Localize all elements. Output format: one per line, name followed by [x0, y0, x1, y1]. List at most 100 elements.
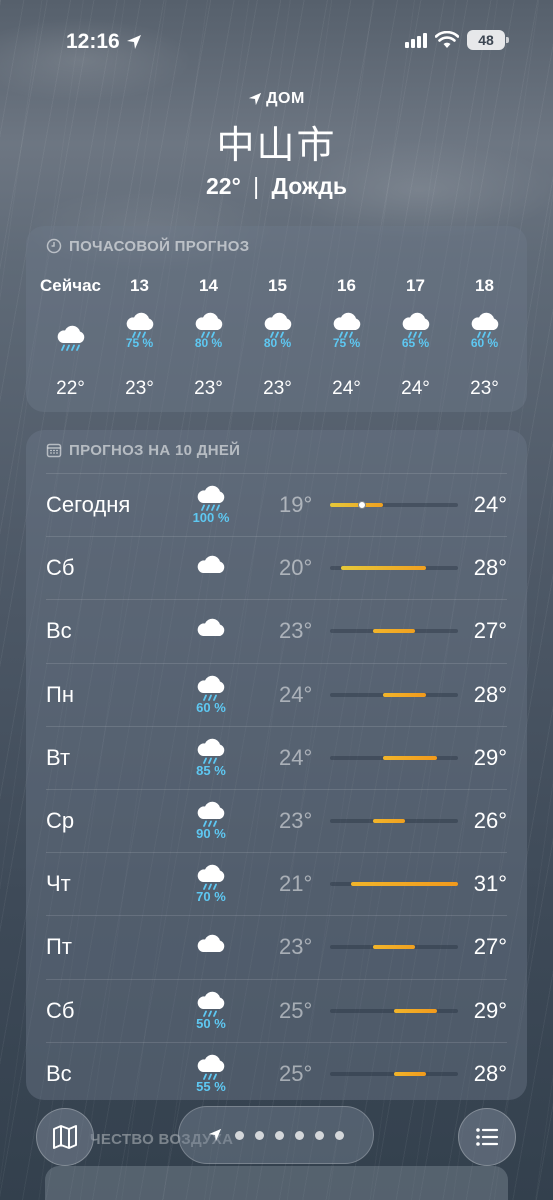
rain-cloud-icon: 60 %	[186, 675, 236, 715]
low-temp: 24°	[279, 744, 313, 770]
daily-forecast-row[interactable]: Чт 70 % 21° 31°	[46, 852, 507, 915]
hourly-time: 17	[406, 276, 425, 295]
rain-cloud-icon: 80 %	[192, 312, 226, 364]
low-temp: 23°	[279, 618, 313, 644]
daily-precip-chance: 55 %	[196, 1078, 226, 1094]
current-condition: Дождь	[271, 173, 347, 199]
page-dot	[335, 1130, 344, 1140]
high-temp: 27°	[473, 618, 507, 644]
hourly-temp: 23°	[194, 378, 223, 399]
locations-list-button[interactable]	[458, 1108, 516, 1166]
clock-icon	[46, 238, 62, 254]
temp-range-bar	[372, 945, 416, 950]
low-temp: 24°	[279, 681, 313, 707]
temp-range-bar	[394, 1071, 426, 1076]
daily-forecast-header: ПРОГНОЗ НА 10 ДНЕЙ	[26, 430, 527, 470]
high-temp: 31°	[473, 871, 507, 897]
temp-range-bar	[383, 755, 437, 760]
low-temp: 23°	[279, 934, 313, 960]
page-dot	[255, 1130, 264, 1140]
hourly-temp: 24°	[401, 378, 430, 399]
rain-cloud-icon: 50 %	[186, 991, 236, 1031]
daily-forecast-row[interactable]: Вт 85 % 24° 29°	[46, 725, 507, 789]
hourly-time: 18	[475, 276, 494, 295]
heavy-rain-cloud-icon: 100 %	[186, 485, 236, 525]
day-name: Вс	[46, 1060, 72, 1086]
daily-forecast-row[interactable]: Вс 23° 27°	[46, 599, 507, 662]
location-label-row: ДОМ	[0, 90, 553, 108]
hourly-forecast-title: ПОЧАСОВОЙ ПРОГНОЗ	[69, 237, 250, 255]
calendar-icon	[46, 443, 62, 458]
cloud-icon	[186, 618, 236, 644]
temp-range-bar	[372, 629, 416, 634]
daily-forecast-row[interactable]: Вс 55 % 25° 28°	[46, 1041, 507, 1100]
current-temp: 22°	[205, 173, 241, 199]
hourly-temp: 22°	[56, 378, 85, 399]
hourly-time: Сейчас	[40, 276, 101, 295]
temp-range-track	[330, 1008, 458, 1013]
hourly-forecast-header: ПОЧАСОВОЙ ПРОГНОЗ	[26, 226, 527, 266]
daily-forecast-card[interactable]: ПРОГНОЗ НА 10 ДНЕЙ Сегодня 100 % 19° 24° Сб 2…	[26, 430, 527, 1100]
high-temp: 28°	[473, 681, 507, 707]
wifi-icon	[435, 31, 459, 48]
cloud-icon	[186, 555, 236, 581]
hourly-forecast-list[interactable]: Сейчас 22° 13 75 % 23° 14 80 % 23° 15 80 % 23° 16 75…	[36, 276, 527, 400]
hourly-precip-chance: 60 %	[470, 336, 499, 350]
low-temp: 19°	[279, 492, 313, 517]
daily-precip-chance: 100 %	[192, 510, 230, 525]
hourly-item: 18 60 % 23°	[450, 276, 519, 400]
hourly-time: 13	[130, 276, 149, 295]
status-right: 48	[405, 30, 509, 50]
page-dot	[295, 1130, 304, 1140]
page-indicator[interactable]	[178, 1106, 374, 1164]
temp-range-bar	[330, 503, 384, 507]
high-temp: 29°	[473, 997, 507, 1023]
rain-cloud-icon: 60 %	[468, 312, 502, 364]
daily-precip-chance: 90 %	[196, 826, 226, 841]
daily-forecast-row[interactable]: Ср 90 % 23° 26°	[46, 789, 507, 852]
location-header: ДОМ 中山市 22° | Дождь	[0, 90, 553, 200]
day-name: Пт	[46, 934, 72, 960]
cellular-signal-icon	[405, 32, 427, 48]
list-icon	[476, 1128, 499, 1146]
day-name: Сегодня	[46, 492, 131, 517]
temp-range-track	[330, 501, 458, 509]
daily-forecast-row[interactable]: Сб 50 % 25° 29°	[46, 978, 507, 1042]
hourly-item: 15 80 % 23°	[243, 276, 312, 400]
hourly-precip-chance: 75 %	[125, 336, 154, 350]
status-time-group: 12:16	[66, 30, 142, 54]
temp-range-track	[330, 819, 458, 823]
temp-range-track	[330, 692, 458, 697]
high-temp: 27°	[473, 934, 507, 960]
temp-range-track	[330, 566, 458, 571]
high-temp: 28°	[473, 1060, 507, 1086]
day-name: Сб	[46, 555, 75, 581]
temp-range-bar	[394, 1008, 437, 1013]
current-temp-marker	[358, 501, 366, 509]
day-name: Вс	[46, 618, 72, 644]
rain-cloud-icon: 90 %	[186, 801, 236, 841]
rain-cloud-icon: 65 %	[399, 312, 433, 364]
hourly-forecast-card[interactable]: ПОЧАСОВОЙ ПРОГНОЗ Сейчас 22° 13 75 % 23° 14 80…	[26, 226, 527, 412]
rain-cloud-icon	[54, 312, 88, 364]
page-dot	[275, 1130, 284, 1140]
hourly-temp: 23°	[470, 378, 499, 399]
daily-forecast-row[interactable]: Сегодня 100 % 19° 24°	[46, 473, 507, 536]
temp-range-bar	[383, 692, 426, 697]
daily-precip-chance: 50 %	[196, 1015, 226, 1031]
temp-range-bar	[340, 566, 426, 571]
daily-forecast-row[interactable]: Пт 23° 27°	[46, 915, 507, 978]
map-button[interactable]	[36, 1108, 94, 1166]
rain-cloud-icon: 75 %	[330, 312, 364, 364]
location-arrow-icon	[208, 1128, 222, 1142]
hourly-temp: 23°	[263, 378, 292, 399]
high-temp: 28°	[473, 555, 507, 581]
daily-forecast-row[interactable]: Пн 60 % 24° 28°	[46, 662, 507, 726]
low-temp: 21°	[279, 871, 313, 897]
current-conditions: 22° | Дождь	[0, 173, 553, 200]
status-time: 12:16	[66, 30, 120, 53]
hourly-item: 16 75 % 24°	[312, 276, 381, 400]
air-quality-card[interactable]	[45, 1166, 508, 1200]
page-dot	[315, 1130, 324, 1140]
daily-forecast-row[interactable]: Сб 20° 28°	[46, 536, 507, 599]
